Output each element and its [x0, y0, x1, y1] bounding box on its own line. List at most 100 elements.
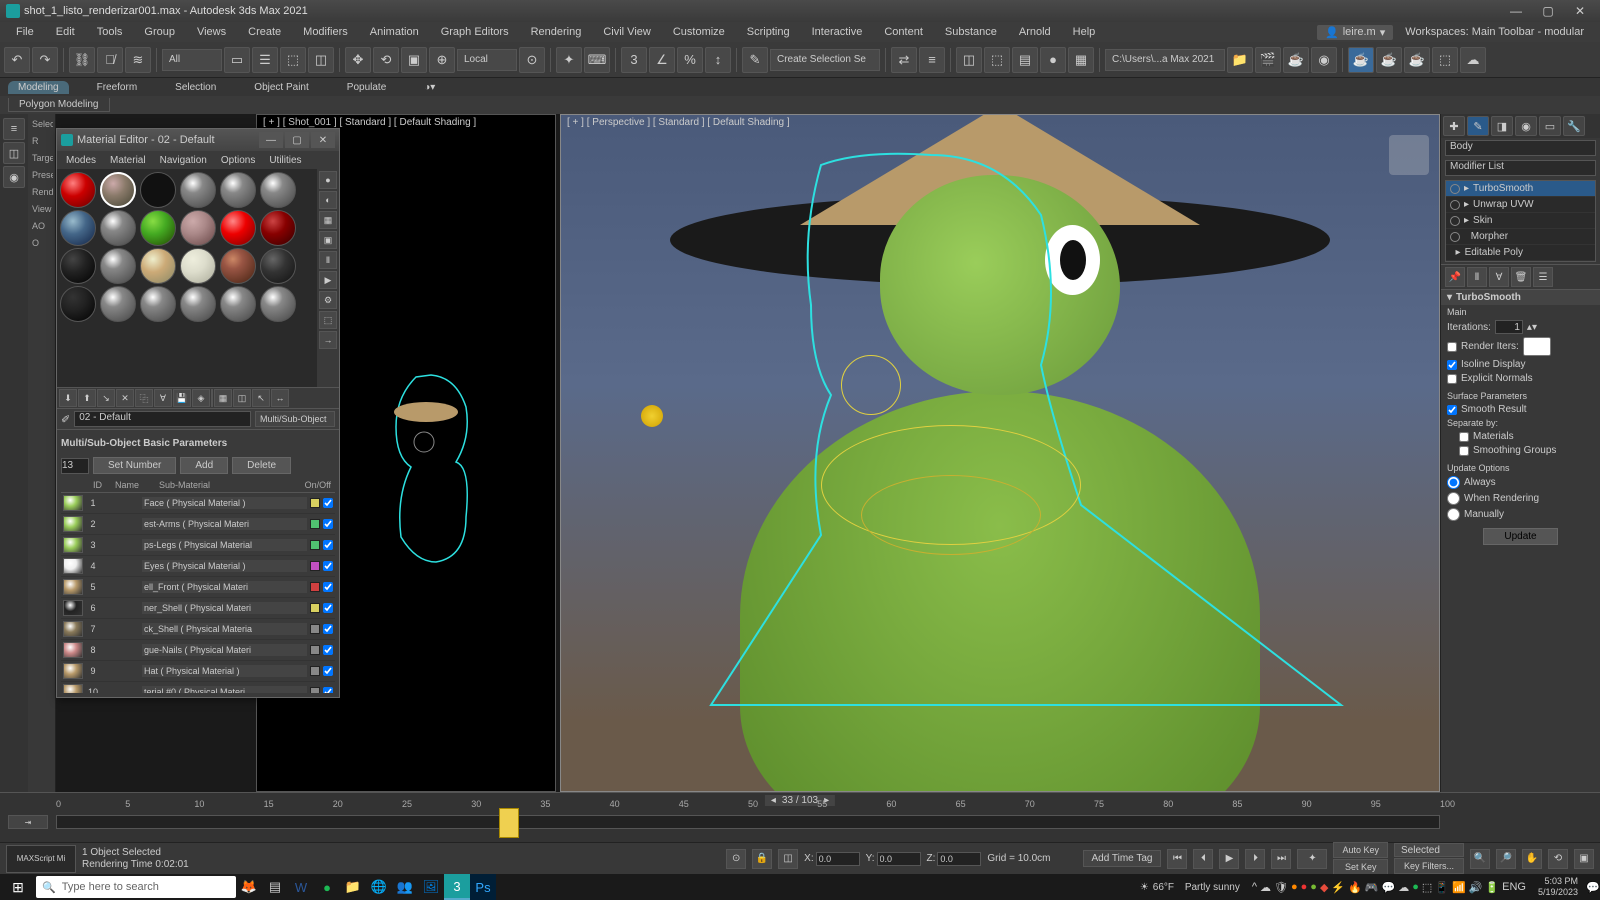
viewcube[interactable]	[1389, 135, 1429, 175]
rotate-button[interactable]: ⟲	[373, 47, 399, 73]
menu-civil[interactable]: Civil View	[593, 24, 660, 40]
zoom-extents-button[interactable]: 🔍	[1470, 849, 1490, 869]
maximize-button[interactable]: ▢	[1532, 1, 1564, 21]
mod-editpoly[interactable]: ▸ Editable Poly	[1446, 245, 1595, 261]
submat-row[interactable]: 5ell_Front ( Physical Materi	[61, 577, 335, 598]
swatch-8[interactable]	[100, 210, 136, 246]
sep-smgroups-check[interactable]	[1459, 446, 1469, 456]
swatch-6[interactable]	[260, 172, 296, 208]
time-slider[interactable]	[56, 815, 1440, 829]
me-reset-button[interactable]: ✕	[116, 389, 134, 407]
angle-snap-button[interactable]: ∠	[649, 47, 675, 73]
ribbon-selection[interactable]: Selection	[165, 81, 226, 94]
modifier-stack[interactable]: ▸ TurboSmooth ▸ Unwrap UVW ▸ Skin Morphe…	[1445, 180, 1596, 262]
snap-button[interactable]: 3	[621, 47, 647, 73]
submat-row[interactable]: 7ck_Shell ( Physical Materia	[61, 619, 335, 640]
layers-button[interactable]: ◫	[956, 47, 982, 73]
me-backlight-button[interactable]: ◐	[319, 191, 337, 209]
play-button[interactable]: ▶	[1219, 849, 1239, 869]
swatch-5[interactable]	[220, 172, 256, 208]
scene-explorer-toggle[interactable]: ≡	[3, 118, 25, 140]
isolate-button[interactable]: ◫	[778, 849, 798, 869]
crease-explorer-toggle[interactable]: ◉	[3, 166, 25, 188]
percent-snap-button[interactable]: %	[677, 47, 703, 73]
word-icon[interactable]: W	[288, 874, 314, 900]
swatch-16[interactable]	[180, 248, 216, 284]
upd-always-radio[interactable]	[1447, 476, 1460, 489]
menu-file[interactable]: File	[6, 24, 44, 40]
lock-button[interactable]: 🔒	[752, 849, 772, 869]
submat-row[interactable]: 4Eyes ( Physical Material )	[61, 556, 335, 577]
render-iter-button[interactable]: ☕	[1283, 47, 1309, 73]
motion-tab[interactable]: ◉	[1515, 116, 1537, 136]
taskbar-search[interactable]: 🔍 Type here to search	[36, 876, 236, 898]
mirror-button[interactable]: ⇄	[891, 47, 917, 73]
upd-whenrend-radio[interactable]	[1447, 492, 1460, 505]
material-swatches[interactable]	[57, 169, 317, 387]
iterations-input[interactable]	[1495, 320, 1523, 334]
ribbon-freeform[interactable]: Freeform	[87, 81, 148, 94]
open-project-button[interactable]: 📁	[1227, 47, 1253, 73]
3dsmax-icon[interactable]: 3	[444, 874, 470, 900]
submat-row[interactable]: 2est-Arms ( Physical Materi	[61, 514, 335, 535]
z-input[interactable]	[937, 852, 981, 866]
material-editor-dialog[interactable]: Material Editor - 02 - Default — ▢ ✕ Mod…	[56, 128, 340, 698]
me-video-check-button[interactable]: Ⅱ	[319, 251, 337, 269]
menu-views[interactable]: Views	[187, 24, 236, 40]
swatch-19[interactable]	[60, 286, 96, 322]
move-button[interactable]: ✥	[345, 47, 371, 73]
max-viewport-button[interactable]: ▣	[1574, 849, 1594, 869]
pan-button[interactable]: ✋	[1522, 849, 1542, 869]
photoshop-icon[interactable]: Ps	[470, 874, 496, 900]
goto-start-button[interactable]: ⏮	[1167, 849, 1187, 869]
keymode-drop[interactable]: Selected	[1394, 843, 1464, 857]
modifier-list-drop[interactable]: Modifier List	[1445, 160, 1596, 176]
manipulate-button[interactable]: ✦	[556, 47, 582, 73]
key-mode-button[interactable]: ✦	[1297, 849, 1327, 869]
mod-morpher[interactable]: Morpher	[1446, 229, 1595, 245]
update-button[interactable]: Update	[1483, 528, 1557, 545]
mod-skin[interactable]: ▸ Skin	[1446, 213, 1595, 229]
menu-group[interactable]: Group	[134, 24, 185, 40]
submat-row[interactable]: 10terial #0 ( Physical Materi	[61, 682, 335, 693]
spotify-icon[interactable]: ●	[314, 874, 340, 900]
user-account[interactable]: 👤 leire.m ▾	[1317, 25, 1393, 40]
menu-content[interactable]: Content	[874, 24, 933, 40]
selection-set-drop[interactable]: Create Selection Se	[770, 49, 880, 71]
x-input[interactable]	[816, 852, 860, 866]
me-menu-modes[interactable]: Modes	[59, 155, 103, 166]
sep-materials-check[interactable]	[1459, 432, 1469, 442]
keyboard-button[interactable]: ⌨	[584, 47, 610, 73]
swatch-14[interactable]	[100, 248, 136, 284]
select-region-button[interactable]: ⬚	[280, 47, 306, 73]
me-minimize-button[interactable]: —	[259, 132, 283, 148]
ribbon-expand-icon[interactable]: ◑▾	[414, 81, 445, 94]
swatch-4[interactable]	[180, 172, 216, 208]
select-object-button[interactable]: ▭	[224, 47, 250, 73]
me-make-copy-button[interactable]: ⿻	[135, 389, 153, 407]
swatch-17[interactable]	[220, 248, 256, 284]
object-name[interactable]: Body	[1445, 140, 1596, 156]
ribbon-objectpaint[interactable]: Object Paint	[244, 81, 318, 94]
workspace-label[interactable]: Workspaces: Main Toolbar - modular	[1395, 24, 1594, 40]
submat-row[interactable]: 3ps-Legs ( Physical Material	[61, 535, 335, 556]
me-get-material-button[interactable]: ⬇	[59, 389, 77, 407]
se-menu-select[interactable]: Select	[30, 116, 53, 132]
me-uvtile-button[interactable]: ▣	[319, 231, 337, 249]
viewport-perspective[interactable]: [ + ] [ Perspective ] [ Standard ] [ Def…	[560, 114, 1440, 792]
select-name-button[interactable]: ☰	[252, 47, 278, 73]
menu-graph[interactable]: Graph Editors	[431, 24, 519, 40]
scale-button[interactable]: ▣	[401, 47, 427, 73]
placement-button[interactable]: ⊕	[429, 47, 455, 73]
menu-substance[interactable]: Substance	[935, 24, 1007, 40]
bind-button[interactable]: ≋	[125, 47, 151, 73]
remove-mod-button[interactable]: 🗑	[1511, 267, 1531, 287]
material-editor-button[interactable]: ●	[1040, 47, 1066, 73]
explorer-icon[interactable]: 📁	[340, 874, 366, 900]
taskview-icon[interactable]: ▤	[262, 874, 288, 900]
render-region-button[interactable]: ⬚	[1432, 47, 1458, 73]
menu-interactive[interactable]: Interactive	[802, 24, 873, 40]
swatch-7[interactable]	[60, 210, 96, 246]
swatch-20[interactable]	[100, 286, 136, 322]
taskbar-clock[interactable]: 5:03 PM 5/19/2023	[1530, 876, 1586, 898]
